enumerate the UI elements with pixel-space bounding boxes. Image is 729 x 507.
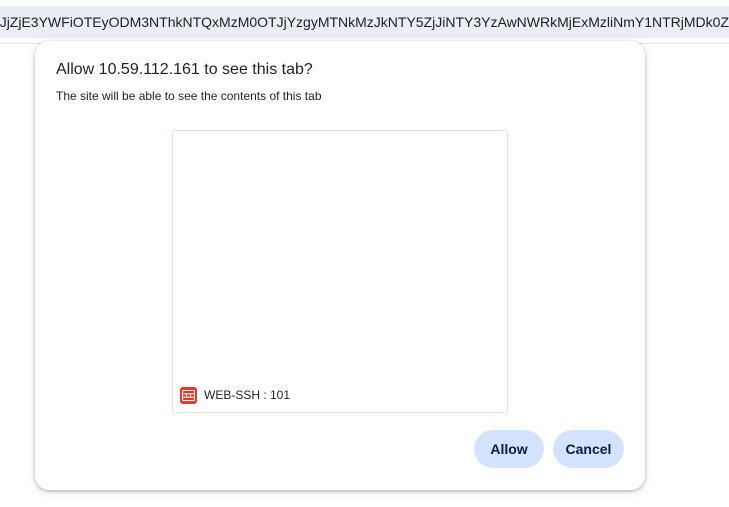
shared-tab-title: WEB-SSH : 101 — [204, 388, 291, 402]
fortinet-favicon-icon — [180, 386, 197, 404]
dialog-subtitle: The site will be able to see the content… — [56, 89, 322, 103]
dialog-title: Allow 10.59.112.161 to see this tab? — [56, 61, 313, 78]
allow-button[interactable]: Allow — [474, 430, 544, 468]
screen-share-permission-dialog: Allow 10.59.112.161 to see this tab? The… — [35, 41, 645, 490]
shared-tab-entry: WEB-SSH : 101 — [180, 386, 290, 404]
cancel-button[interactable]: Cancel — [553, 430, 624, 468]
address-bar[interactable]: l3MmJjZjE3YWFiOTEyODM3NThkNTQxMzM0OTJjYz… — [0, 6, 729, 38]
address-bar-url[interactable]: l3MmJjZjE3YWFiOTEyODM3NThkNTQxMzM0OTJjYz… — [0, 13, 729, 31]
tab-preview[interactable]: WEB-SSH : 101 — [172, 130, 508, 413]
